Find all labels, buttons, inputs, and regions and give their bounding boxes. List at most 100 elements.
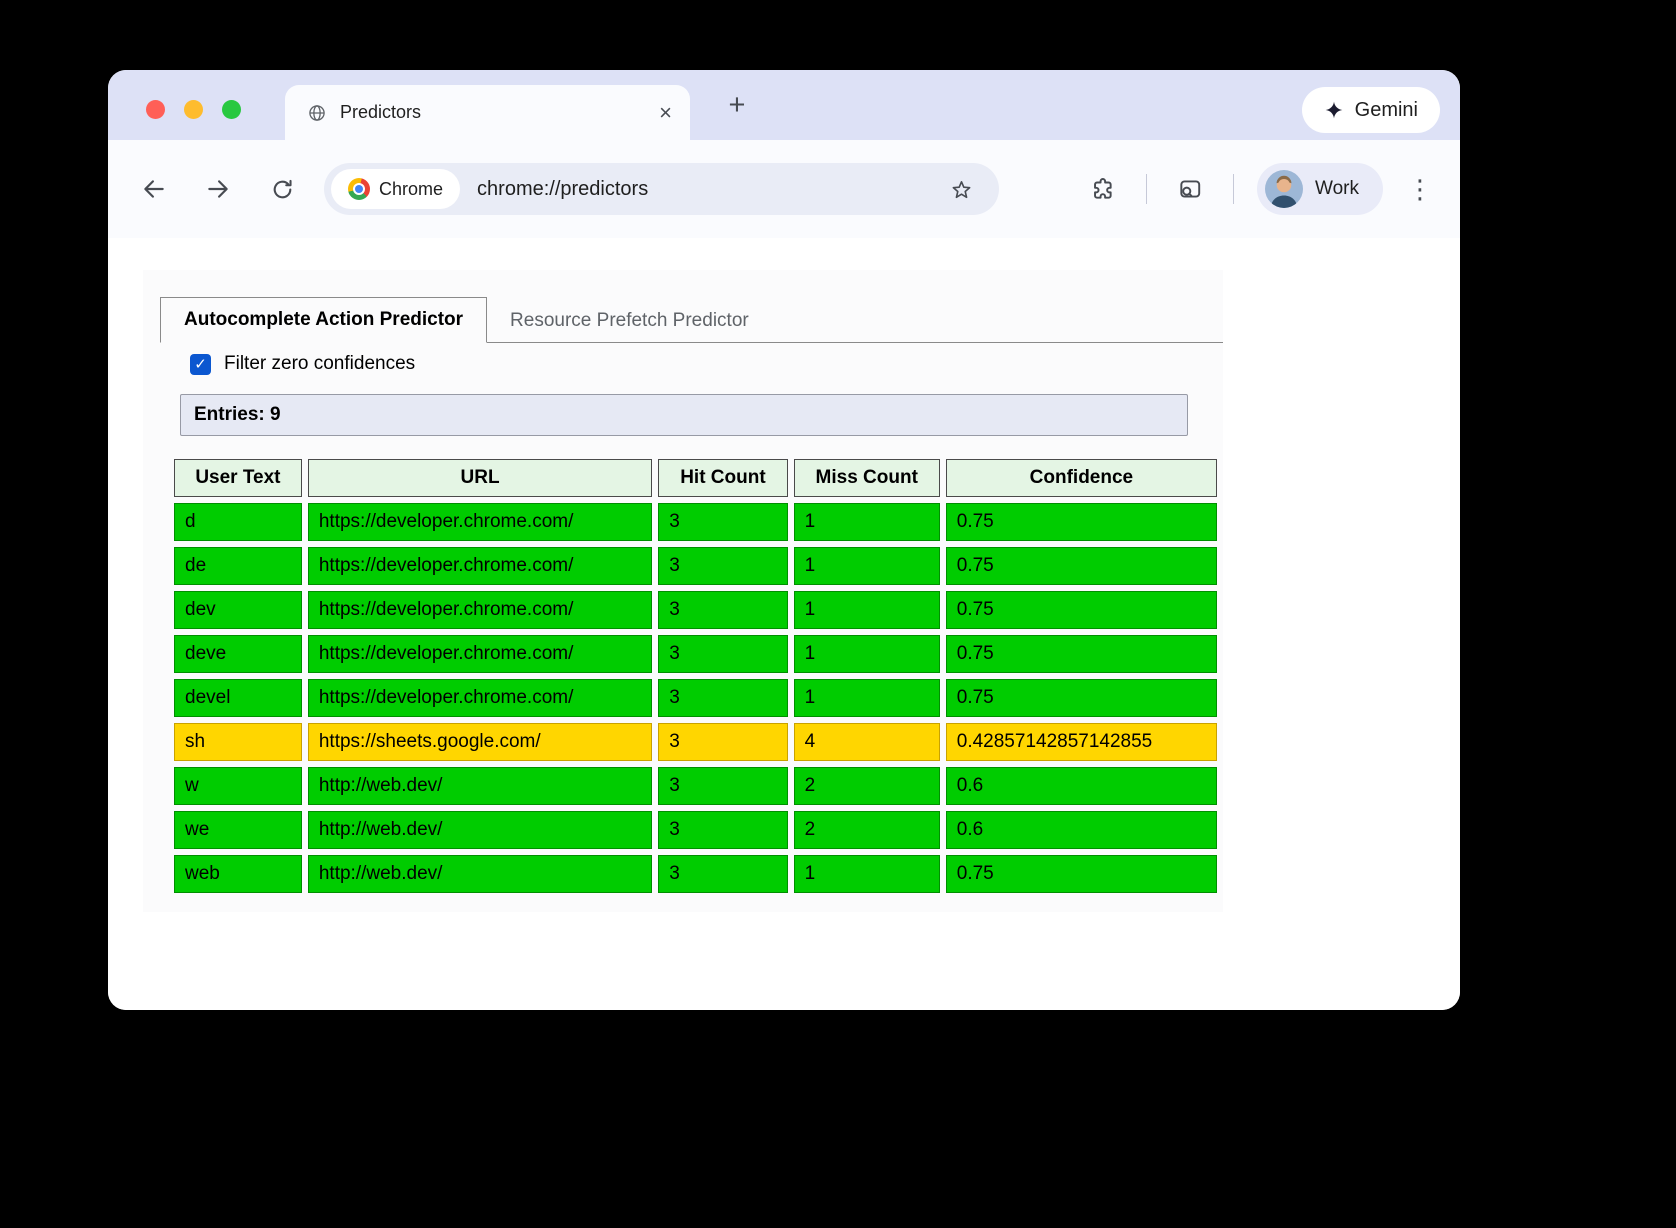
cell-miss: 2: [794, 767, 940, 805]
window-controls: [146, 100, 241, 119]
cell-confidence: 0.6: [946, 811, 1217, 849]
cell-hit: 3: [658, 591, 787, 629]
cell-user_text: de: [174, 547, 302, 585]
entries-count: Entries: 9: [180, 394, 1188, 436]
column-header: User Text: [174, 459, 302, 497]
address-bar[interactable]: Chrome chrome://predictors: [324, 163, 999, 215]
tab-title: Predictors: [340, 102, 646, 123]
cell-url: https://developer.chrome.com/: [308, 547, 652, 585]
cell-url: https://developer.chrome.com/: [308, 503, 652, 541]
cell-user_text: sh: [174, 723, 302, 761]
nav-buttons: [134, 169, 302, 209]
cell-url: http://web.dev/: [308, 767, 652, 805]
table-row: dehttps://developer.chrome.com/310.75: [174, 547, 1217, 585]
browser-menu-icon[interactable]: ⋮: [1406, 174, 1434, 205]
cell-url: http://web.dev/: [308, 811, 652, 849]
filter-checkbox[interactable]: ✓: [190, 354, 211, 375]
tab-resource-prefetch-predictor[interactable]: Resource Prefetch Predictor: [487, 299, 772, 343]
filter-row: ✓ Filter zero confidences: [190, 353, 1223, 375]
filter-label: Filter zero confidences: [224, 353, 415, 375]
cell-hit: 3: [658, 723, 787, 761]
table-header-row: User TextURLHit CountMiss CountConfidenc…: [174, 459, 1217, 497]
predictor-tabs: Autocomplete Action Predictor Resource P…: [160, 297, 1223, 343]
browser-window: Predictors × + Gemini: [108, 70, 1460, 1010]
cell-confidence: 0.75: [946, 547, 1217, 585]
new-tab-button[interactable]: +: [716, 84, 758, 126]
cell-hit: 3: [658, 767, 787, 805]
column-header: Confidence: [946, 459, 1217, 497]
chrome-logo-icon: [348, 178, 370, 200]
cell-confidence: 0.75: [946, 679, 1217, 717]
column-header: URL: [308, 459, 652, 497]
table-row: shhttps://sheets.google.com/340.42857142…: [174, 723, 1217, 761]
gemini-sparkle-icon: [1324, 100, 1344, 120]
cell-miss: 1: [794, 547, 940, 585]
table-row: develhttps://developer.chrome.com/310.75: [174, 679, 1217, 717]
table-row: webhttp://web.dev/310.75: [174, 855, 1217, 893]
cell-confidence: 0.75: [946, 635, 1217, 673]
cell-confidence: 0.75: [946, 855, 1217, 893]
tab-strip: Predictors × + Gemini: [108, 70, 1460, 140]
cell-url: https://developer.chrome.com/: [308, 635, 652, 673]
cell-hit: 3: [658, 679, 787, 717]
forward-button[interactable]: [198, 169, 238, 209]
gemini-button[interactable]: Gemini: [1302, 87, 1440, 133]
url-text: chrome://predictors: [477, 178, 941, 201]
cell-user_text: we: [174, 811, 302, 849]
site-chip[interactable]: Chrome: [331, 169, 460, 209]
table-row: whttp://web.dev/320.6: [174, 767, 1217, 805]
cell-confidence: 0.75: [946, 503, 1217, 541]
toolbar-divider: [1233, 174, 1234, 204]
reload-button[interactable]: [262, 169, 302, 209]
tab-autocomplete-action-predictor[interactable]: Autocomplete Action Predictor: [160, 297, 487, 343]
back-button[interactable]: [134, 169, 174, 209]
cell-user_text: web: [174, 855, 302, 893]
cell-hit: 3: [658, 811, 787, 849]
cell-hit: 3: [658, 635, 787, 673]
cell-confidence: 0.42857142857142855: [946, 723, 1217, 761]
cell-miss: 1: [794, 679, 940, 717]
cell-miss: 4: [794, 723, 940, 761]
bookmark-star-icon[interactable]: [941, 169, 981, 209]
table-row: devehttps://developer.chrome.com/310.75: [174, 635, 1217, 673]
maximize-window-button[interactable]: [222, 100, 241, 119]
browser-tab[interactable]: Predictors ×: [285, 85, 690, 140]
cell-hit: 3: [658, 855, 787, 893]
cell-miss: 1: [794, 635, 940, 673]
cell-user_text: d: [174, 503, 302, 541]
column-header: Miss Count: [794, 459, 940, 497]
predictors-table: User TextURLHit CountMiss CountConfidenc…: [168, 453, 1223, 899]
table-body: dhttps://developer.chrome.com/310.75deht…: [174, 503, 1217, 893]
browser-toolbar: Chrome chrome://predictors: [108, 140, 1460, 238]
page-content: Autocomplete Action Predictor Resource P…: [108, 270, 1460, 1010]
cell-user_text: devel: [174, 679, 302, 717]
extensions-puzzle-icon[interactable]: [1083, 169, 1123, 209]
cell-url: https://sheets.google.com/: [308, 723, 652, 761]
cell-miss: 1: [794, 503, 940, 541]
cell-hit: 3: [658, 503, 787, 541]
globe-favicon-icon: [307, 103, 327, 123]
cell-user_text: w: [174, 767, 302, 805]
cell-miss: 1: [794, 591, 940, 629]
cell-miss: 2: [794, 811, 940, 849]
cell-confidence: 0.6: [946, 767, 1217, 805]
table-row: wehttp://web.dev/320.6: [174, 811, 1217, 849]
cell-user_text: deve: [174, 635, 302, 673]
table-row: devhttps://developer.chrome.com/310.75: [174, 591, 1217, 629]
close-window-button[interactable]: [146, 100, 165, 119]
profile-avatar: [1265, 170, 1303, 208]
cell-url: https://developer.chrome.com/: [308, 591, 652, 629]
profile-chip[interactable]: Work: [1257, 163, 1383, 215]
column-header: Hit Count: [658, 459, 787, 497]
cell-miss: 1: [794, 855, 940, 893]
cell-confidence: 0.75: [946, 591, 1217, 629]
side-search-icon[interactable]: [1170, 169, 1210, 209]
minimize-window-button[interactable]: [184, 100, 203, 119]
cell-url: https://developer.chrome.com/: [308, 679, 652, 717]
site-chip-label: Chrome: [379, 179, 443, 200]
cell-user_text: dev: [174, 591, 302, 629]
toolbar-right-cluster: Work ⋮: [1083, 163, 1434, 215]
profile-label: Work: [1315, 178, 1359, 200]
cell-url: http://web.dev/: [308, 855, 652, 893]
tab-close-icon[interactable]: ×: [659, 102, 672, 124]
